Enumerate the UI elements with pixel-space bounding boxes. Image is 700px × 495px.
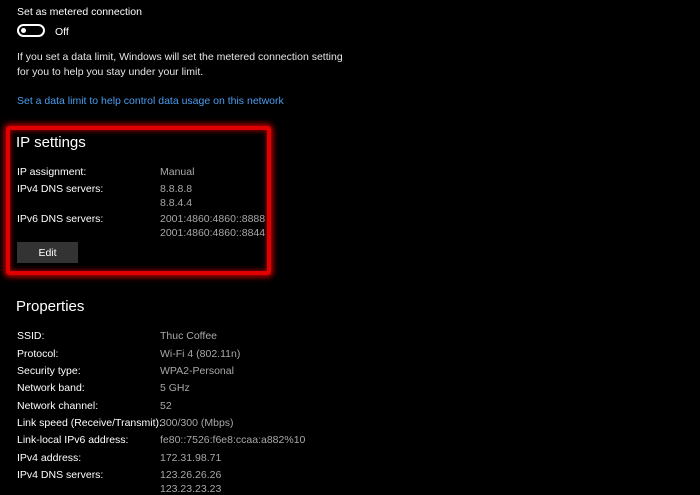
properties-heading: Properties	[16, 298, 85, 315]
network-channel-label: Network channel:	[17, 400, 99, 412]
protocol-label: Protocol:	[17, 348, 59, 360]
link-local-ipv6-label: Link-local IPv6 address:	[17, 434, 129, 446]
metered-connection-title: Set as metered connection	[17, 6, 142, 18]
metered-toggle-state: Off	[55, 26, 69, 38]
toggle-knob	[21, 28, 26, 33]
properties-ipv4-dns-label: IPv4 DNS servers:	[17, 469, 104, 481]
ipv6-dns-label: IPv6 DNS servers:	[17, 213, 104, 225]
properties-ipv4-dns-secondary: 123.23.23.23	[160, 483, 222, 495]
ipv4-dns-label: IPv4 DNS servers:	[17, 183, 104, 195]
ssid-value: Thuc Coffee	[160, 330, 218, 342]
ipv4-address-label: IPv4 address:	[17, 452, 82, 464]
ipv4-dns-primary: 8.8.8.8	[160, 183, 193, 195]
ssid-label: SSID:	[17, 330, 45, 342]
ip-assignment-value: Manual	[160, 166, 195, 178]
network-band-label: Network band:	[17, 382, 85, 394]
metered-description: If you set a data limit, Windows will se…	[17, 51, 343, 78]
protocol-value: Wi-Fi 4 (802.11n)	[160, 348, 241, 360]
network-band-value: 5 GHz	[160, 382, 190, 394]
link-speed-value: 300/300 (Mbps)	[160, 417, 234, 429]
network-channel-value: 52	[160, 400, 172, 412]
security-type-label: Security type:	[17, 365, 81, 377]
ipv6-dns-secondary: 2001:4860:4860::8844	[160, 227, 266, 239]
ip-assignment-label: IP assignment:	[17, 166, 87, 178]
ipv6-dns-primary: 2001:4860:4860::8888	[160, 213, 266, 225]
edit-ip-settings-button[interactable]: Edit	[17, 242, 78, 263]
set-data-limit-link[interactable]: Set a data limit to help control data us…	[17, 95, 284, 107]
link-local-ipv6-value: fe80::7526:f6e8:ccaa:a882%10	[160, 434, 306, 446]
ipv4-address-value: 172.31.98.71	[160, 452, 222, 464]
link-speed-label: Link speed (Receive/Transmit):	[17, 417, 162, 429]
metered-connection-toggle[interactable]	[17, 24, 45, 37]
ipv4-dns-secondary: 8.8.4.4	[160, 197, 193, 209]
properties-ipv4-dns-primary: 123.26.26.26	[160, 469, 222, 481]
ip-settings-heading: IP settings	[16, 134, 86, 151]
security-type-value: WPA2-Personal	[160, 365, 234, 377]
